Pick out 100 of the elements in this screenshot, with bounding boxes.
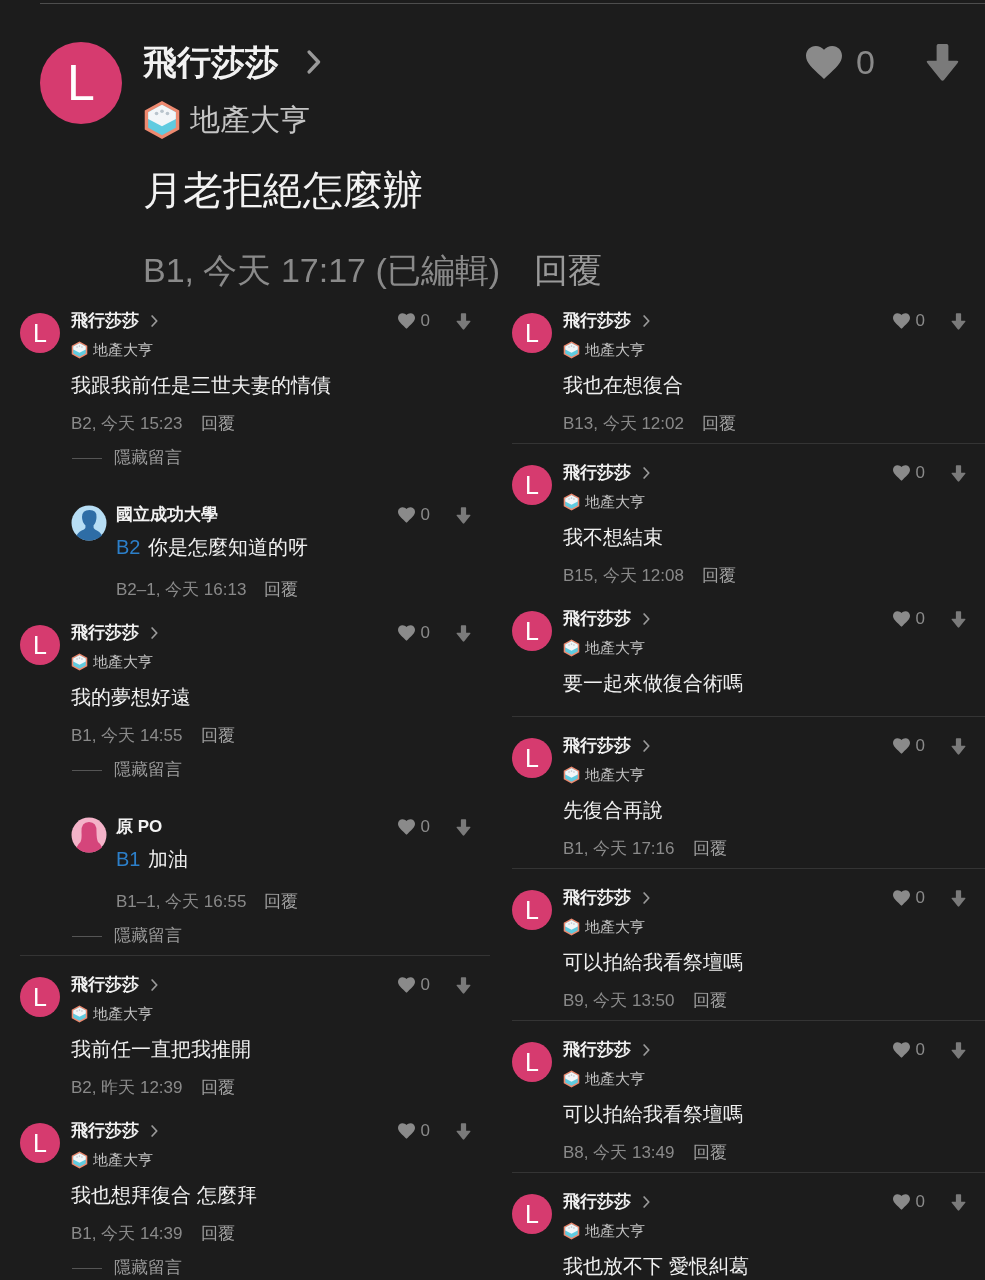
reply-link[interactable]: 回覆: [264, 891, 299, 913]
user-title-text: 地產大亨: [93, 340, 153, 360]
heart-icon: [397, 507, 415, 523]
like-button[interactable]: 0: [397, 974, 430, 996]
reply-link[interactable]: 回覆: [692, 838, 727, 860]
reply-link[interactable]: 回覆: [692, 990, 727, 1012]
heart-icon: [892, 1194, 910, 1210]
downvote-button[interactable]: [951, 610, 966, 628]
downvote-button[interactable]: [456, 624, 471, 642]
like-button[interactable]: 0: [892, 887, 925, 909]
downvote-button[interactable]: [951, 889, 966, 907]
comment-meta: B8, 今天 13:49: [563, 1142, 675, 1164]
downvote-button[interactable]: [456, 818, 471, 836]
user-title-text: 地產大亨: [585, 492, 645, 512]
heart-icon: [397, 977, 415, 993]
avatar[interactable]: L: [40, 42, 122, 124]
chevron-right-icon: [151, 979, 158, 991]
like-button[interactable]: 0: [892, 462, 925, 484]
avatar[interactable]: L: [20, 625, 60, 665]
like-button[interactable]: 0: [892, 608, 925, 630]
heart-icon: [892, 465, 910, 481]
author-link[interactable]: 飛行莎莎: [563, 1191, 650, 1213]
downvote-button[interactable]: [951, 737, 966, 755]
cube-icon: [563, 1070, 580, 1088]
like-button[interactable]: 0: [892, 1191, 925, 1213]
reply-link[interactable]: 回覆: [200, 725, 235, 747]
like-button[interactable]: 0: [397, 504, 430, 526]
author-link[interactable]: 飛行莎莎: [563, 1039, 650, 1061]
author-link[interactable]: 飛行莎莎: [71, 622, 158, 644]
downvote-button[interactable]: [951, 1041, 966, 1059]
comment-text: 我也想拜復合 怎麼拜: [71, 1183, 258, 1208]
downvote-button[interactable]: [925, 43, 960, 81]
author-link[interactable]: 飛行莎莎: [563, 887, 650, 909]
down-arrow-icon: [951, 889, 966, 907]
hide-comments-button[interactable]: 隱藏留言: [72, 1259, 182, 1277]
downvote-button[interactable]: [456, 1122, 471, 1140]
author-link[interactable]: 飛行莎莎: [563, 608, 650, 630]
heart-icon: [397, 1123, 415, 1139]
chevron-right-icon: [643, 740, 650, 752]
reply-link[interactable]: 回覆: [200, 413, 235, 435]
downvote-button[interactable]: [951, 1193, 966, 1211]
post-meta: B1, 今天 17:17 (已編輯): [143, 250, 501, 290]
reply-link[interactable]: 回覆: [701, 565, 736, 587]
author-link[interactable]: 飛行莎莎: [563, 462, 650, 484]
reply-link[interactable]: 回覆: [264, 579, 299, 601]
hide-comments-button[interactable]: 隱藏留言: [72, 449, 182, 467]
like-button[interactable]: 0: [397, 310, 430, 332]
user-title-text: 地產大亨: [585, 340, 645, 360]
person-silhouette-avatar[interactable]: [71, 505, 107, 541]
avatar[interactable]: L: [512, 313, 552, 353]
author-link[interactable]: 飛行莎莎: [71, 974, 158, 996]
avatar[interactable]: L: [512, 1042, 552, 1082]
downvote-button[interactable]: [951, 312, 966, 330]
author-link[interactable]: 飛行莎莎: [71, 310, 158, 332]
downvote-button[interactable]: [951, 464, 966, 482]
mention-link[interactable]: B1: [116, 848, 141, 870]
person-silhouette-avatar[interactable]: [71, 817, 107, 853]
downvote-button[interactable]: [456, 312, 471, 330]
avatar[interactable]: L: [512, 611, 552, 651]
hide-comments-button[interactable]: 隱藏留言: [72, 927, 182, 945]
reply-link[interactable]: 回覆: [200, 1223, 235, 1245]
author-link[interactable]: 國立成功大學: [116, 504, 218, 526]
hide-comments-button[interactable]: 隱藏留言: [72, 761, 182, 779]
reply-link[interactable]: 回覆: [200, 1077, 235, 1099]
comment-text: B1 加油: [116, 847, 190, 872]
like-button[interactable]: 0: [892, 1039, 925, 1061]
like-button[interactable]: 0: [892, 735, 925, 757]
reply-link[interactable]: 回覆: [534, 250, 603, 290]
reply-link[interactable]: 回覆: [692, 1142, 727, 1164]
down-arrow-icon: [456, 506, 471, 524]
avatar[interactable]: L: [20, 313, 60, 353]
author-link[interactable]: 飛行莎莎: [563, 735, 650, 757]
reply-link[interactable]: 回覆: [701, 413, 736, 435]
author-link[interactable]: 飛行莎莎: [563, 310, 650, 332]
like-button[interactable]: 0: [806, 42, 875, 82]
chevron-right-icon: [151, 315, 158, 327]
avatar[interactable]: L: [512, 738, 552, 778]
mention-link[interactable]: B2: [116, 536, 141, 558]
downvote-button[interactable]: [456, 976, 471, 994]
user-title-text: 地產大亨: [585, 1069, 645, 1089]
avatar[interactable]: L: [512, 465, 552, 505]
like-button[interactable]: 0: [397, 622, 430, 644]
like-button[interactable]: 0: [892, 310, 925, 332]
like-button[interactable]: 0: [397, 816, 430, 838]
avatar[interactable]: L: [512, 890, 552, 930]
chevron-right-icon: [643, 467, 650, 479]
author-link[interactable]: 飛行莎莎: [71, 1120, 158, 1142]
cube-icon: [563, 918, 580, 936]
downvote-button[interactable]: [456, 506, 471, 524]
user-title-text: 地產大亨: [585, 917, 645, 937]
cube-icon: [71, 1005, 88, 1023]
like-button[interactable]: 0: [397, 1120, 430, 1142]
author-link[interactable]: 飛行莎莎: [143, 42, 321, 82]
comment-text: 可以拍給我看祭壇嗎: [563, 1102, 744, 1127]
cube-icon: [563, 639, 580, 657]
author-link[interactable]: 原 PO: [116, 816, 163, 838]
comment-meta: B1, 今天 14:39: [71, 1223, 183, 1245]
avatar[interactable]: L: [20, 1123, 60, 1163]
avatar[interactable]: L: [512, 1194, 552, 1234]
avatar[interactable]: L: [20, 977, 60, 1017]
